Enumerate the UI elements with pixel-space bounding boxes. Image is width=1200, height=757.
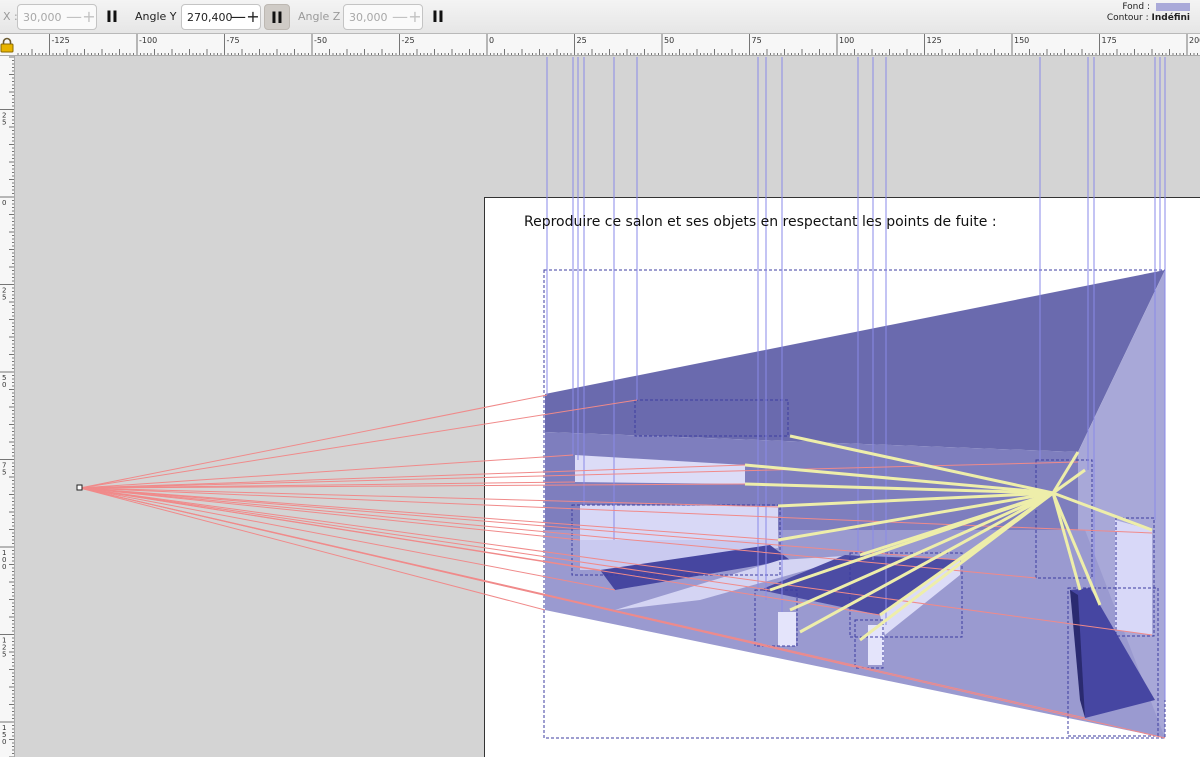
vanishing-point-handle — [76, 484, 83, 491]
vanishing-guide — [79, 487, 546, 611]
perspective-drawing[interactable] — [0, 0, 1200, 757]
vanishing-guide — [79, 487, 616, 591]
vanishing-guide — [79, 487, 581, 541]
table-leg-left — [778, 612, 796, 646]
instruction-text[interactable]: Reproduire ce salon et ses objets en res… — [524, 214, 997, 230]
ceiling — [545, 270, 1165, 452]
drawing-canvas[interactable]: Reproduire ce salon et ses objets en res… — [0, 0, 1200, 757]
cabinet-right — [1115, 520, 1152, 635]
